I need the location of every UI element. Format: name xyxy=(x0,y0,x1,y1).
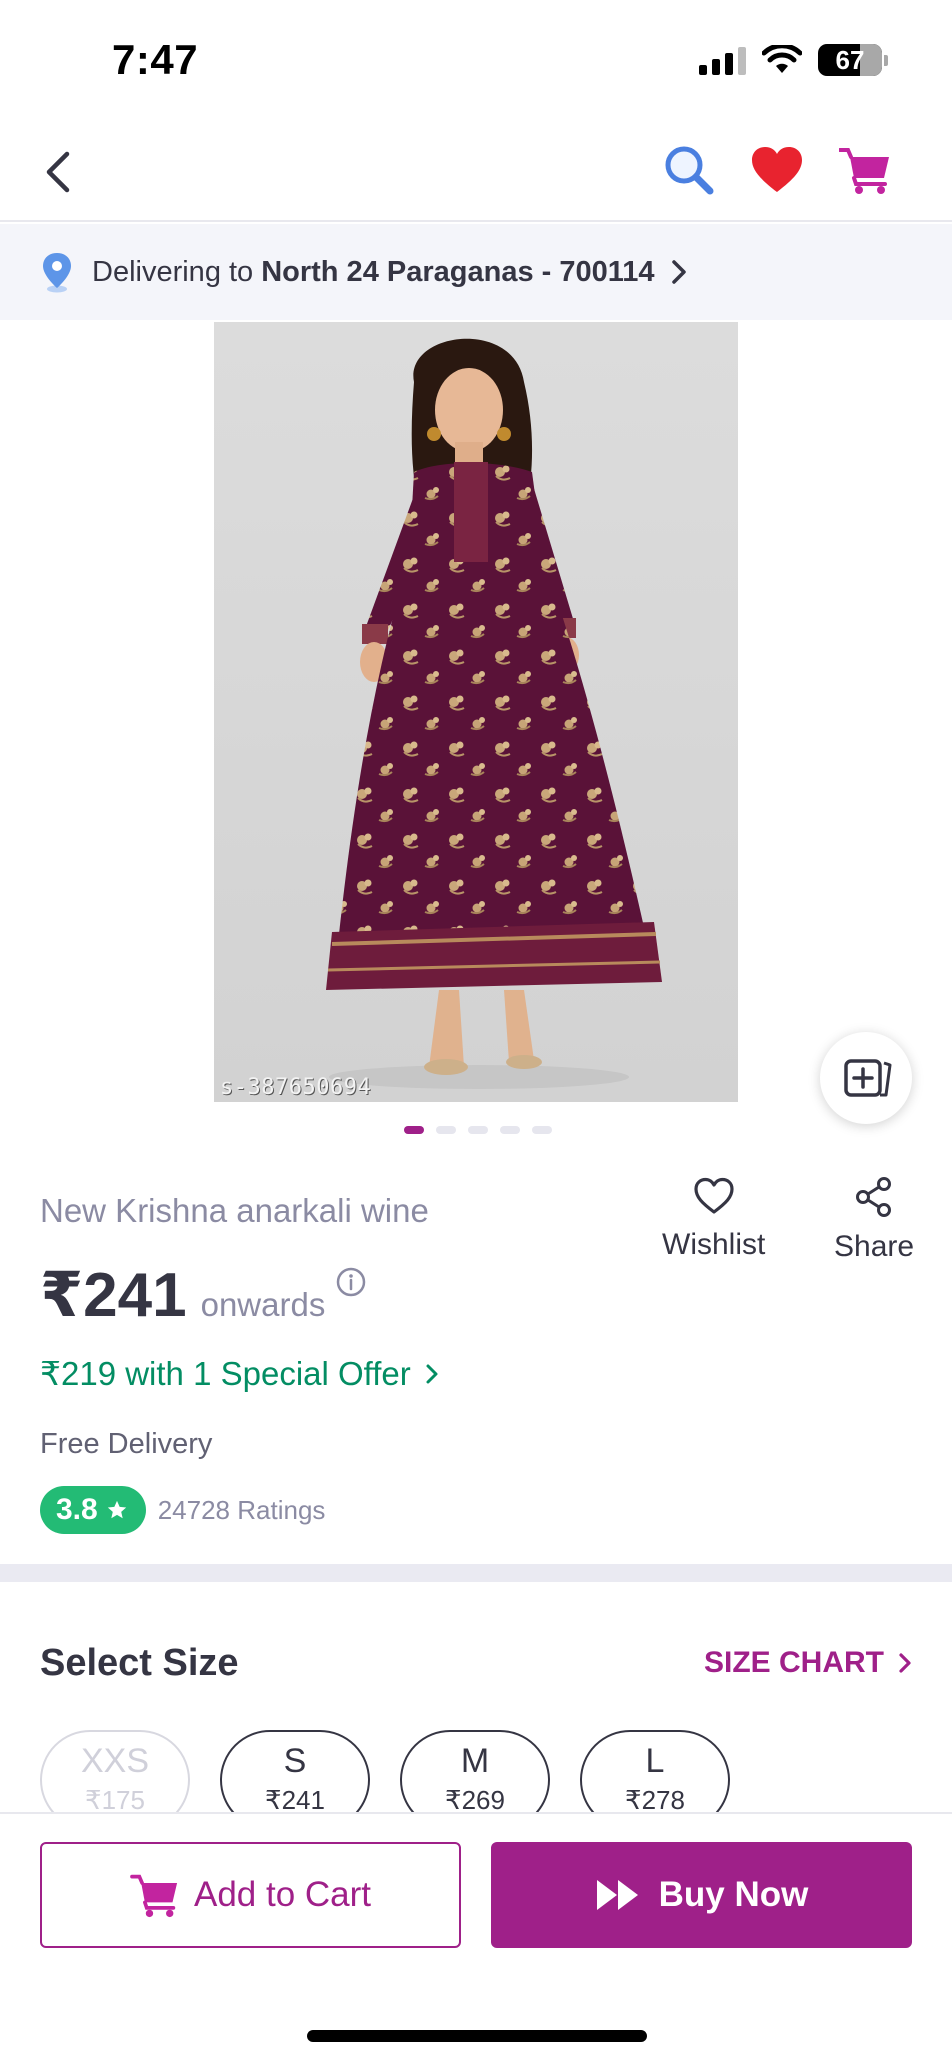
header-actions xyxy=(662,140,892,200)
offer-text: ₹219 with 1 Special Offer xyxy=(40,1355,411,1392)
free-delivery-label: Free Delivery xyxy=(40,1428,213,1460)
price-suffix: onwards xyxy=(200,1286,326,1323)
share-icon xyxy=(856,1177,892,1217)
share-label: Share xyxy=(834,1230,915,1263)
size-option-s[interactable]: S ₹241 xyxy=(220,1730,370,1812)
location-pin-icon xyxy=(40,251,74,293)
view-similar-button[interactable] xyxy=(820,1032,912,1124)
image-carousel-dots xyxy=(404,1126,552,1134)
carousel-dot[interactable] xyxy=(436,1126,456,1134)
home-indicator xyxy=(307,2030,647,2042)
size-price: ₹278 xyxy=(625,1785,685,1812)
rating-badge: 3.8 xyxy=(40,1486,146,1534)
cart-header-button[interactable] xyxy=(838,140,892,200)
image-watermark: s-387650694 xyxy=(220,1075,372,1100)
add-to-cart-label: Add to Cart xyxy=(193,1875,372,1914)
size-option-l[interactable]: L ₹278 xyxy=(580,1730,730,1812)
carousel-dot[interactable] xyxy=(468,1126,488,1134)
search-button[interactable] xyxy=(662,140,716,200)
heart-icon xyxy=(752,147,802,192)
size-chart-label: SIZE CHART xyxy=(704,1646,884,1679)
carousel-dot[interactable] xyxy=(404,1126,424,1134)
search-icon xyxy=(665,146,714,195)
add-to-cart-button[interactable]: Add to Cart xyxy=(40,1842,461,1948)
size-options: XXS ₹175 S ₹241 M ₹269 L ₹278 xyxy=(40,1730,920,1812)
star-icon xyxy=(107,1500,126,1519)
rating-row[interactable]: 3.8 24728 Ratings xyxy=(40,1486,325,1534)
special-offer-link[interactable]: ₹219 with 1 Special Offer xyxy=(40,1354,439,1393)
delivery-location: North 24 Paraganas - 700114 xyxy=(261,255,655,288)
size-price: ₹175 xyxy=(85,1785,145,1812)
section-divider xyxy=(0,1564,952,1582)
cart-icon xyxy=(130,1874,178,1918)
bottom-action-bar: Add to Cart Buy Now xyxy=(0,1812,952,2060)
size-price: ₹269 xyxy=(445,1785,505,1812)
delivery-prefix: Delivering to xyxy=(92,255,254,288)
product-price: ₹241 xyxy=(40,1261,187,1330)
chevron-right-icon xyxy=(671,259,687,285)
share-button[interactable]: Share xyxy=(834,1176,914,1264)
chevron-left-icon xyxy=(46,151,70,193)
chevron-right-icon xyxy=(425,1363,439,1385)
buy-now-label: Buy Now xyxy=(658,1875,809,1914)
product-title: New Krishna anarkali wine xyxy=(40,1192,429,1229)
rating-value: 3.8 xyxy=(56,1493,98,1526)
price-row: ₹241 onwards xyxy=(40,1258,367,1331)
size-option-xxs[interactable]: XXS ₹175 xyxy=(40,1730,190,1812)
size-option-m[interactable]: M ₹269 xyxy=(400,1730,550,1812)
top-header xyxy=(0,120,952,222)
wifi-icon xyxy=(762,45,802,75)
wishlist-button[interactable]: Wishlist xyxy=(662,1176,765,1262)
chevron-right-icon xyxy=(899,1653,911,1673)
size-chart-link[interactable]: SIZE CHART xyxy=(704,1646,912,1680)
delivery-location-bar[interactable]: Delivering to North 24 Paraganas - 70011… xyxy=(0,224,952,320)
product-image[interactable]: s-387650694 xyxy=(214,322,738,1102)
add-to-collection-icon xyxy=(844,1059,892,1097)
info-icon[interactable] xyxy=(335,1266,367,1303)
battery-icon: 67 xyxy=(818,44,882,76)
carousel-dot[interactable] xyxy=(532,1126,552,1134)
heart-outline-icon xyxy=(694,1177,734,1214)
wishlist-header-button[interactable] xyxy=(750,140,804,200)
ratings-count: 24728 Ratings xyxy=(157,1494,326,1525)
size-label: XXS xyxy=(80,1742,150,1780)
fast-forward-icon xyxy=(596,1880,638,1910)
size-label: S xyxy=(283,1742,307,1780)
back-button[interactable] xyxy=(28,142,88,202)
size-price: ₹241 xyxy=(265,1785,325,1812)
cart-icon xyxy=(839,148,889,194)
cellular-signal-icon xyxy=(699,45,746,75)
wishlist-label: Wishlist xyxy=(662,1228,766,1261)
select-size-title: Select Size xyxy=(40,1642,239,1684)
size-label: M xyxy=(460,1742,490,1780)
buy-now-button[interactable]: Buy Now xyxy=(491,1842,912,1948)
carousel-dot[interactable] xyxy=(500,1126,520,1134)
battery-level: 67 xyxy=(835,44,865,75)
size-label: L xyxy=(645,1742,665,1780)
status-bar: 7:47 67 xyxy=(0,0,952,120)
status-time: 7:47 xyxy=(112,36,199,83)
status-icons: 67 xyxy=(699,44,888,76)
